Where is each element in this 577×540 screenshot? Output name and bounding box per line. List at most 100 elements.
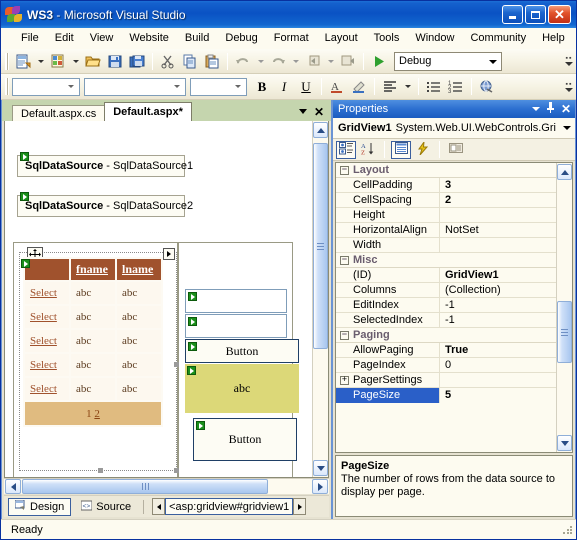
numbered-list-button[interactable]: 123 — [445, 76, 467, 97]
designer-vertical-scrollbar[interactable] — [312, 121, 328, 477]
tab-default-aspx-cs[interactable]: Default.aspx.cs — [12, 105, 106, 121]
table-row[interactable]: Select abc abc — [25, 306, 161, 328]
window-dropdown-icon[interactable] — [531, 107, 540, 111]
property-row-id[interactable]: (ID) GridView1 — [336, 267, 556, 283]
property-row-cellpadding[interactable]: CellPadding 3 — [336, 177, 556, 193]
smart-tag-icon[interactable] — [20, 192, 29, 201]
label1-control[interactable]: abc — [185, 364, 299, 413]
scroll-right-button[interactable] — [312, 479, 328, 494]
maximize-button[interactable] — [525, 5, 546, 24]
property-category-misc[interactable]: − Misc — [336, 253, 556, 268]
property-value[interactable]: 0 — [440, 358, 556, 373]
pager-page-2[interactable]: 2 — [94, 408, 100, 420]
foreground-color-button[interactable]: A — [326, 76, 348, 97]
menu-item-tools[interactable]: Tools — [366, 30, 408, 46]
property-value[interactable]: -1 — [440, 313, 556, 328]
property-value[interactable]: 2 — [440, 193, 556, 208]
auto-hide-pin-icon[interactable] — [546, 102, 555, 116]
menu-item-edit[interactable]: Edit — [47, 30, 82, 46]
menu-item-website[interactable]: Website — [121, 30, 177, 46]
properties-scroll-track[interactable] — [557, 181, 572, 434]
collapse-icon[interactable]: − — [340, 255, 349, 265]
properties-page-button[interactable] — [391, 140, 411, 159]
scroll-down-button[interactable] — [313, 460, 328, 476]
add-new-item-button[interactable] — [47, 51, 69, 72]
property-value[interactable]: True — [440, 343, 556, 358]
bullet-list-button[interactable] — [423, 76, 445, 97]
scroll-left-button[interactable] — [5, 479, 21, 494]
smart-tag-icon[interactable] — [20, 152, 29, 161]
properties-vertical-scrollbar[interactable] — [556, 163, 572, 452]
property-value[interactable]: (Collection) — [440, 283, 556, 298]
resize-handle-bottom[interactable] — [98, 468, 103, 473]
open-file-button[interactable] — [82, 51, 104, 72]
resize-handle-corner[interactable] — [174, 468, 179, 473]
close-icon[interactable]: ✕ — [561, 103, 571, 115]
new-website-dropdown-button[interactable] — [34, 51, 47, 72]
justify-left-button[interactable] — [379, 76, 401, 97]
save-all-button[interactable] — [126, 51, 148, 72]
textbox2-control[interactable] — [185, 314, 287, 338]
property-row-pagesize[interactable]: PageSize 5 — [336, 387, 556, 403]
menu-item-window[interactable]: Window — [407, 30, 462, 46]
toolbar-grip[interactable] — [5, 78, 9, 95]
gridview1[interactable]: fname lname Select abc abc Select abc ab… — [23, 257, 163, 427]
italic-button[interactable]: I — [273, 76, 295, 97]
paste-button[interactable] — [201, 51, 223, 72]
property-row-columns[interactable]: Columns (Collection) — [336, 282, 556, 298]
button1-control[interactable]: Button — [185, 339, 299, 363]
property-value[interactable]: GridView1 — [440, 268, 556, 283]
scroll-up-button[interactable] — [557, 164, 572, 180]
property-value[interactable] — [440, 208, 556, 223]
gridview-select-cell[interactable]: Select — [25, 378, 69, 400]
background-color-button[interactable] — [348, 76, 370, 97]
web-form-designer[interactable]: SqlDataSource - SqlDataSource1 SqlDataSo… — [5, 121, 312, 477]
tab-default-aspx[interactable]: Default.aspx* — [104, 102, 192, 121]
menu-item-file[interactable]: File — [13, 30, 47, 46]
property-row-editindex[interactable]: EditIndex -1 — [336, 297, 556, 313]
smart-tag-icon[interactable] — [187, 366, 196, 375]
gridview-select-cell[interactable]: Select — [25, 282, 69, 304]
font-size-combo[interactable] — [190, 77, 247, 96]
menu-item-build[interactable]: Build — [177, 30, 217, 46]
chevron-down-icon[interactable] — [563, 126, 571, 130]
navigate-backward-dropdown-button[interactable] — [324, 51, 337, 72]
add-new-item-dropdown-button[interactable] — [69, 51, 82, 72]
scroll-down-button[interactable] — [557, 435, 572, 451]
menu-item-help[interactable]: Help — [534, 30, 573, 46]
undo-dropdown-button[interactable] — [254, 51, 267, 72]
expand-icon[interactable]: + — [340, 375, 349, 385]
designer-scroll-track[interactable] — [313, 139, 328, 459]
property-value[interactable] — [440, 373, 556, 388]
design-view-button[interactable]: Design — [8, 497, 72, 516]
categorized-view-button[interactable] — [336, 140, 356, 159]
property-value[interactable]: -1 — [440, 298, 556, 313]
hyperlink-button[interactable] — [476, 76, 498, 97]
gridview-smart-tag-icon[interactable] — [21, 259, 30, 268]
justify-dropdown-button[interactable] — [401, 76, 414, 97]
resize-grip-icon[interactable] — [562, 523, 574, 536]
properties-grid[interactable]: − Layout CellPadding 3 CellSpacing 2 Hei… — [336, 163, 556, 452]
property-row-pagersettings[interactable]: + PagerSettings — [336, 372, 556, 388]
textbox1-control[interactable] — [185, 289, 287, 313]
property-row-width[interactable]: Width — [336, 237, 556, 253]
tab-dropdown-icon[interactable] — [298, 109, 307, 114]
bold-button[interactable]: B — [251, 76, 273, 97]
block-format-combo[interactable] — [12, 77, 80, 96]
scroll-up-button[interactable] — [313, 122, 328, 138]
properties-scroll-thumb[interactable] — [557, 301, 572, 363]
property-row-height[interactable]: Height — [336, 207, 556, 223]
navigate-backward-button[interactable] — [302, 51, 324, 72]
underline-button[interactable]: U — [295, 76, 317, 97]
navigate-forward-button[interactable] — [337, 51, 359, 72]
source-view-button[interactable]: <> Source — [75, 498, 137, 516]
save-button[interactable] — [104, 51, 126, 72]
gridview-smart-tag-button[interactable] — [163, 248, 175, 260]
alphabetical-sort-button[interactable]: AZ — [358, 141, 378, 159]
collapse-icon[interactable]: − — [340, 165, 349, 175]
menu-item-format[interactable]: Format — [266, 30, 317, 46]
menu-item-debug[interactable]: Debug — [217, 30, 265, 46]
gridview-select-cell[interactable]: Select — [25, 306, 69, 328]
toolbar-grip[interactable] — [5, 52, 9, 70]
gridview-header-lname[interactable]: lname — [117, 259, 161, 280]
